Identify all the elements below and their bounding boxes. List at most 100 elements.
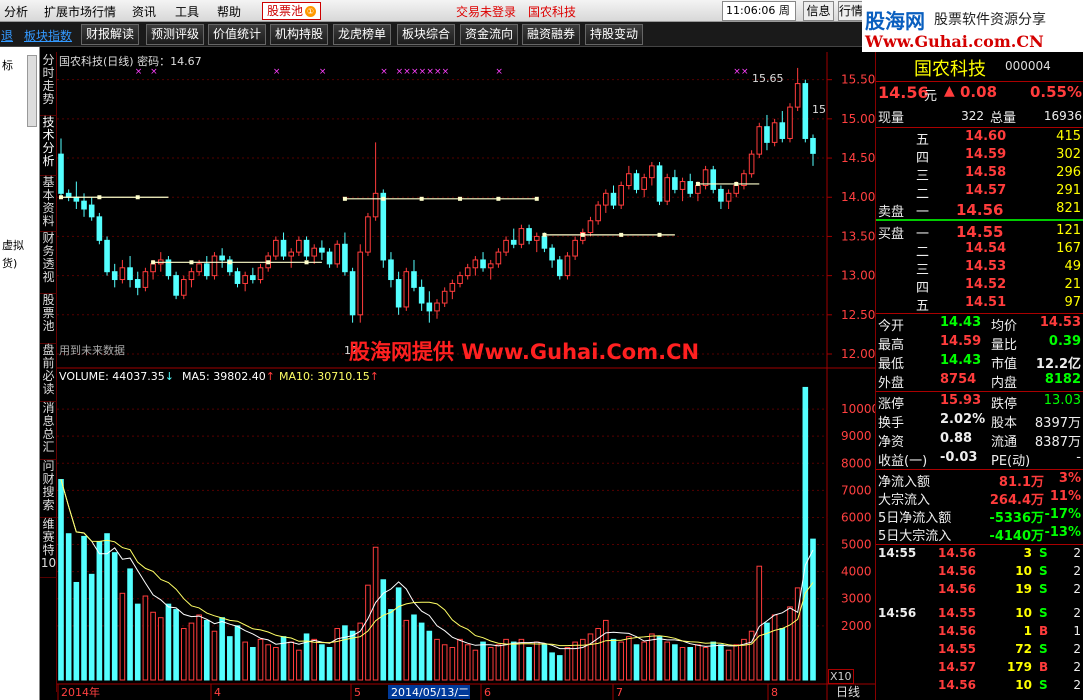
toolbar-rating[interactable]: 预测评级	[146, 24, 204, 45]
stat-label: 跌停	[991, 397, 1018, 412]
candle-body	[710, 169, 717, 190]
menu-news[interactable]: 资讯	[132, 3, 156, 20]
volume-bar	[111, 552, 118, 681]
tab-premarket[interactable]: 盘前必读	[40, 344, 57, 402]
toolbar-margin[interactable]: 融资融券	[522, 24, 580, 45]
volume-bar	[672, 644, 678, 681]
toolbar-value[interactable]: 价值统计	[208, 24, 266, 45]
date-label: 7	[616, 686, 623, 699]
candle-body	[434, 302, 440, 312]
stat-label: 净资	[878, 435, 905, 450]
buy-price: 14.55	[956, 223, 1004, 241]
price-tick-label: 12.00	[841, 347, 875, 361]
sell-vol: 415	[1056, 129, 1081, 144]
volume-bar	[388, 609, 394, 681]
toolbar-fund-flow[interactable]: 资金流向	[460, 24, 518, 45]
volume-bar	[88, 573, 95, 681]
ma5-up-icon: ↑	[265, 370, 275, 383]
tick-price: 14.56	[938, 624, 976, 638]
sell-price: 14.60	[965, 129, 1007, 144]
stat-value: 12.2亿	[1035, 357, 1081, 372]
toolbar-edge-icon[interactable]: 退	[1, 27, 13, 44]
candle-body	[464, 267, 471, 277]
high-side-label: 15	[812, 103, 826, 116]
volume-down-icon: ↓	[164, 370, 174, 383]
selected-date: 2014/05/13/二	[391, 686, 469, 699]
quote-button[interactable]: 行情	[838, 1, 864, 21]
stat-label: 涨停	[878, 397, 905, 412]
left-scrollbar[interactable]	[27, 55, 37, 127]
tab-technical[interactable]: 技术分析	[40, 116, 57, 176]
volume-tick-label: 5000	[841, 538, 872, 552]
buy-vol: 167	[1056, 241, 1081, 256]
candle-body	[411, 271, 417, 288]
stat-value: 0.39	[1048, 334, 1081, 349]
level-marker	[496, 196, 501, 201]
menu-analysis[interactable]: 分析	[4, 3, 28, 20]
future-data-note: 用到未来数据	[59, 344, 125, 357]
candle-body	[656, 165, 663, 202]
candle-body	[518, 228, 525, 245]
level-marker	[734, 181, 739, 186]
date-label: 6	[484, 686, 491, 699]
trade-status[interactable]: 交易未登录	[456, 3, 516, 20]
volume-bar	[510, 641, 517, 681]
brand-slogan: 股票软件资源分享	[934, 12, 1046, 28]
tab-fundamentals[interactable]: 基本资料	[40, 176, 57, 232]
stat-row: 换手 2.02% 股本 8397万	[876, 412, 1083, 431]
volume-bar	[411, 614, 417, 681]
level-marker	[580, 232, 585, 237]
stat-label: 均价	[991, 319, 1018, 334]
toolbar-dragon-tiger[interactable]: 龙虎榜单	[333, 24, 391, 45]
left-strip: 标 虚拟 货)	[0, 47, 40, 700]
volume-bar	[203, 619, 210, 681]
divider	[876, 544, 1083, 545]
volume-bar	[710, 641, 717, 681]
candle-body	[649, 165, 655, 179]
toolbar-report[interactable]: 财报解读	[81, 24, 139, 45]
volume-bar	[664, 641, 671, 681]
tick-row: 14.56 19 S 2	[876, 582, 1083, 601]
toolbar-institution[interactable]: 机构持股	[270, 24, 328, 45]
signal-mark: ×	[380, 67, 388, 77]
tick-time: 14:55	[878, 546, 917, 560]
menu-tools[interactable]: 工具	[175, 3, 199, 20]
menu-help[interactable]: 帮助	[217, 3, 241, 20]
toolbar-sector-index[interactable]: 板块指数	[24, 27, 72, 44]
sell-level: 五	[916, 133, 930, 148]
tab-weisaite[interactable]: 维赛特10	[40, 518, 57, 578]
tab-finance[interactable]: 财务透视	[40, 232, 57, 294]
tick-vol: 10	[1015, 564, 1032, 578]
info-button[interactable]: 信息	[803, 1, 834, 21]
tick-side: S	[1039, 678, 1048, 692]
ma10-info: MA10: 30710.15↑	[279, 370, 379, 383]
tick-vol: 10	[1015, 678, 1032, 692]
chart-canvas[interactable]: 15.50 15.00 14.50 14.00 13.50 13.00 12.50 12.00…	[57, 52, 875, 700]
sell-row: 二 14.57 291	[876, 183, 1083, 202]
x10-label[interactable]: X10	[828, 669, 854, 684]
now-vol-label: 现量	[878, 111, 905, 126]
tab-search[interactable]: 问财搜索	[40, 460, 57, 518]
toolbar-holding[interactable]: 持股变动	[585, 24, 643, 45]
stock-pool-button[interactable]: 股票池 ①	[262, 2, 322, 20]
volume-bar	[334, 628, 341, 681]
volume-bar	[211, 630, 218, 681]
volume-bar	[134, 603, 141, 681]
candle-body	[142, 271, 149, 288]
brand-url: Www.Guhai.com.CN	[865, 32, 1044, 51]
sell-row: 五 14.60 415	[876, 129, 1083, 148]
volume-bar	[457, 638, 463, 681]
volume-bar	[296, 649, 302, 681]
level-marker	[97, 195, 102, 200]
toolbar-sector[interactable]: 板块综合	[397, 24, 455, 45]
candle-body	[234, 271, 241, 284]
kline-chart[interactable]: 15.50 15.00 14.50 14.00 13.50 13.00 12.50 12.00…	[57, 52, 875, 700]
menu-extended-market[interactable]: 扩展市场行情	[44, 3, 116, 20]
volume-tick-label: 7000	[841, 483, 872, 497]
candle-body	[664, 177, 671, 202]
tick-price: 14.56	[938, 564, 976, 578]
tick-num: 2	[1073, 564, 1081, 578]
tab-news[interactable]: 消息总汇	[40, 402, 57, 460]
tab-stock-pool[interactable]: 股票池	[40, 294, 57, 344]
tab-intraday[interactable]: 分时走势	[40, 54, 57, 116]
